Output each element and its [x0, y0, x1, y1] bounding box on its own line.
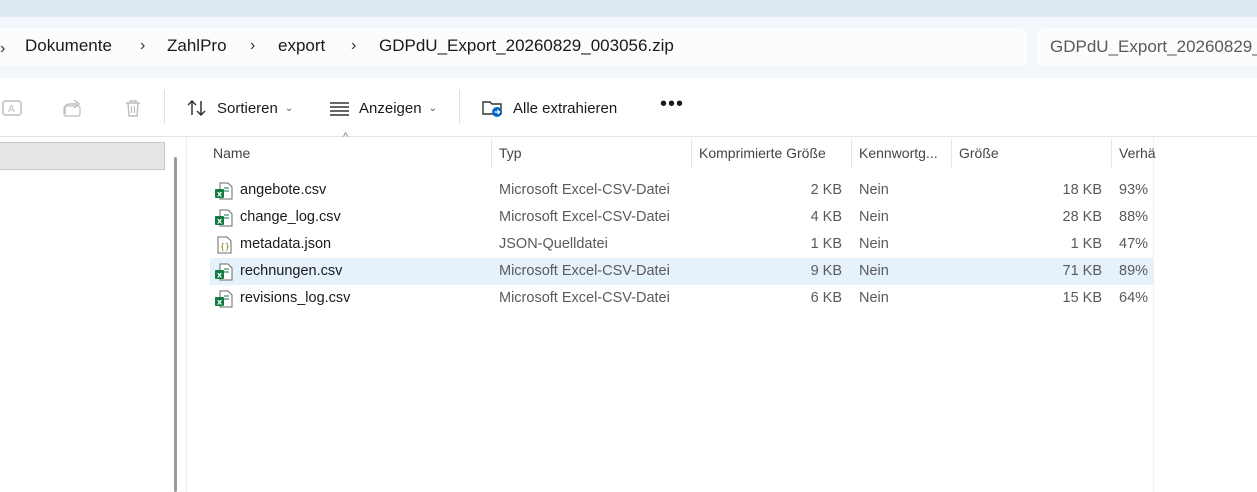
- share-icon[interactable]: [62, 98, 84, 118]
- file-name: change_log.csv: [240, 209, 341, 225]
- column-header-size[interactable]: Größe: [959, 137, 999, 169]
- navigation-pane: [0, 137, 168, 492]
- file-password: Nein: [859, 236, 889, 252]
- file-type: Microsoft Excel-CSV-Datei: [499, 182, 670, 198]
- breadcrumb-item-zahlpro[interactable]: ZahlPro: [167, 36, 227, 56]
- column-header-type[interactable]: Typ: [499, 137, 522, 169]
- column-separator[interactable]: [951, 140, 952, 168]
- breadcrumb-item-dokumente[interactable]: Dokumente: [25, 36, 112, 56]
- file-size: 18 KB: [1062, 182, 1103, 198]
- column-separator[interactable]: [491, 140, 492, 168]
- file-compressed-size: 1 KB: [810, 236, 842, 252]
- breadcrumb-chevron-icon[interactable]: ›: [140, 37, 145, 55]
- file-compressed-size: 4 KB: [810, 209, 842, 225]
- view-button[interactable]: Anzeigen ⌄: [329, 96, 437, 120]
- sort-ascending-icon: ^: [343, 131, 349, 143]
- excel-csv-icon: x: [215, 263, 233, 281]
- file-compressed-size: 9 KB: [810, 263, 842, 279]
- file-row[interactable]: x angebote.csv Microsoft Excel-CSV-Datei…: [210, 177, 1153, 204]
- excel-csv-icon: x: [215, 290, 233, 308]
- file-size: 1 KB: [1070, 236, 1102, 252]
- sort-button[interactable]: Sortieren ⌄: [186, 96, 293, 120]
- rename-icon[interactable]: A: [2, 98, 24, 118]
- column-separator[interactable]: [1111, 140, 1112, 168]
- file-password: Nein: [859, 182, 889, 198]
- sort-icon: [186, 98, 208, 118]
- column-separator[interactable]: [691, 140, 692, 168]
- more-options-button[interactable]: •••: [660, 93, 684, 116]
- file-type: JSON-Quelldatei: [499, 236, 608, 252]
- file-row-selected[interactable]: x rechnungen.csv Microsoft Excel-CSV-Dat…: [210, 258, 1153, 285]
- file-compressed-size: 6 KB: [810, 290, 842, 306]
- breadcrumb-item-export[interactable]: export: [278, 36, 325, 56]
- title-bar-strip: [0, 0, 1257, 17]
- extract-all-button[interactable]: Alle extrahieren: [482, 96, 617, 120]
- file-ratio: 89%: [1119, 263, 1149, 279]
- content-right-edge: [1153, 137, 1154, 492]
- excel-csv-icon: x: [215, 182, 233, 200]
- content-divider: [186, 137, 187, 492]
- breadcrumb-item-zip[interactable]: GDPdU_Export_20260829_003056.zip: [379, 36, 674, 56]
- file-ratio: 93%: [1119, 182, 1149, 198]
- chevron-down-icon: ⌄: [428, 102, 437, 114]
- svg-text:x: x: [217, 217, 223, 226]
- excel-csv-icon: x: [215, 209, 233, 227]
- file-name: revisions_log.csv: [240, 290, 351, 306]
- command-bar: A Sortieren ⌄ Anzeigen ⌄ Alle extrahiere…: [0, 78, 1257, 137]
- view-button-label: Anzeigen: [359, 99, 422, 117]
- nav-item-selected[interactable]: [0, 142, 165, 170]
- svg-text:x: x: [217, 190, 223, 199]
- file-type: Microsoft Excel-CSV-Datei: [499, 263, 670, 279]
- sort-button-label: Sortieren: [217, 99, 278, 117]
- file-size: 71 KB: [1062, 263, 1103, 279]
- file-compressed-size: 2 KB: [810, 182, 842, 198]
- file-size: 15 KB: [1062, 290, 1103, 306]
- file-ratio: 47%: [1119, 236, 1149, 252]
- file-name: metadata.json: [240, 236, 332, 252]
- column-header-name[interactable]: Name: [213, 137, 250, 169]
- file-type: Microsoft Excel-CSV-Datei: [499, 209, 670, 225]
- column-header-password[interactable]: Kennwortg...: [859, 137, 938, 169]
- file-row[interactable]: x change_log.csv Microsoft Excel-CSV-Dat…: [210, 204, 1153, 231]
- breadcrumb-chevron-icon[interactable]: ›: [351, 37, 356, 55]
- file-ratio: 64%: [1119, 290, 1149, 306]
- column-separator[interactable]: [851, 140, 852, 168]
- breadcrumb-overflow-chevron-icon[interactable]: ›: [0, 40, 5, 58]
- toolbar-divider: [164, 90, 165, 124]
- delete-icon[interactable]: [122, 98, 144, 118]
- column-header-ratio[interactable]: Verhä: [1119, 137, 1156, 169]
- search-input[interactable]: GDPdU_Export_20260829_003056.zip: [1037, 28, 1257, 66]
- svg-text:x: x: [217, 271, 223, 280]
- file-row[interactable]: x revisions_log.csv Microsoft Excel-CSV-…: [210, 285, 1153, 312]
- search-input-text: GDPdU_Export_20260829_003056.zip: [1050, 37, 1257, 56]
- json-file-icon: {}: [215, 236, 233, 254]
- svg-text:x: x: [217, 298, 223, 307]
- chevron-down-icon: ⌄: [284, 102, 294, 114]
- file-size: 28 KB: [1062, 209, 1103, 225]
- svg-text:A: A: [8, 104, 15, 115]
- extract-all-label: Alle extrahieren: [513, 99, 618, 117]
- file-password: Nein: [859, 263, 889, 279]
- file-row[interactable]: {} metadata.json JSON-Quelldatei 1 KB Ne…: [210, 231, 1153, 258]
- navigation-scrollbar[interactable]: [174, 157, 177, 492]
- toolbar-divider: [459, 90, 460, 124]
- file-name: angebote.csv: [240, 182, 327, 198]
- breadcrumb-chevron-icon[interactable]: ›: [250, 37, 255, 55]
- file-type: Microsoft Excel-CSV-Datei: [499, 290, 670, 306]
- file-ratio: 88%: [1119, 209, 1149, 225]
- svg-text:{}: {}: [220, 242, 230, 251]
- file-password: Nein: [859, 209, 889, 225]
- view-list-icon: [329, 98, 350, 118]
- column-header-compressed[interactable]: Komprimierte Größe: [699, 137, 826, 169]
- file-password: Nein: [859, 290, 889, 306]
- file-name: rechnungen.csv: [240, 263, 343, 279]
- extract-folder-icon: [482, 98, 504, 118]
